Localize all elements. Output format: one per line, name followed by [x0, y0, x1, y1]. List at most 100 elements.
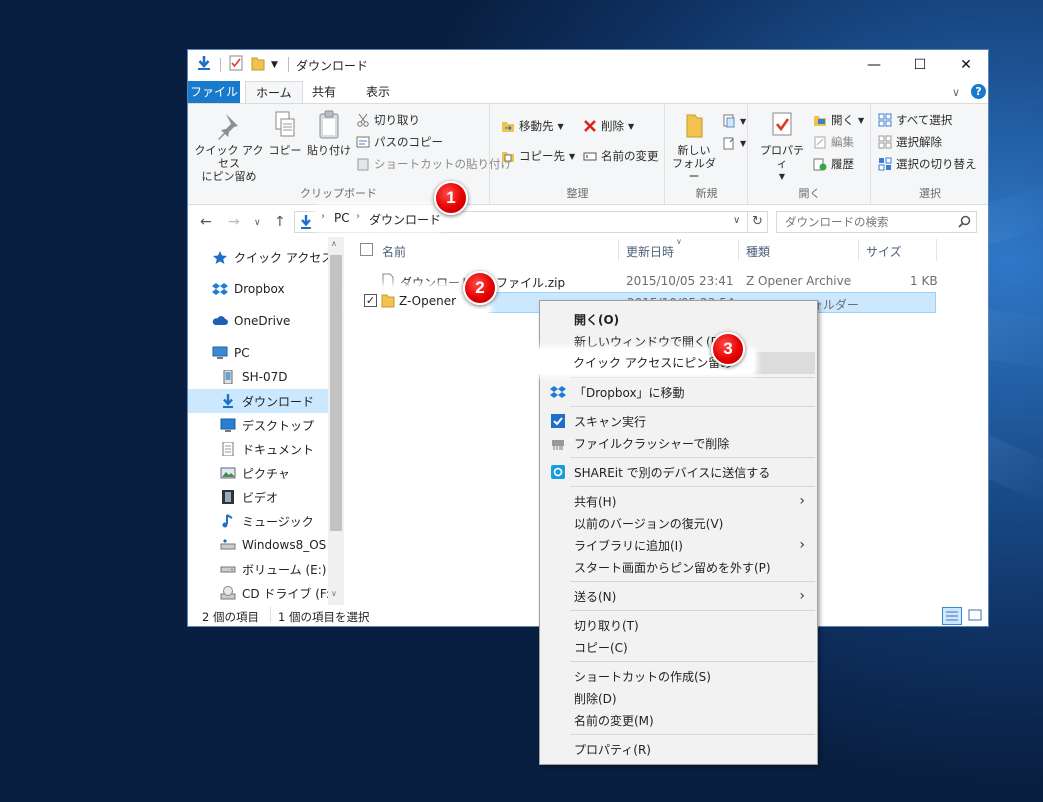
nav-item-drive-c[interactable]: Windows8_OS (C [188, 533, 328, 557]
nav-item-pictures[interactable]: ピクチャ [188, 461, 328, 485]
nav-item-pc[interactable]: PC [188, 341, 328, 365]
help-icon[interactable]: ? [971, 84, 986, 99]
menu-item-add-to-library[interactable]: ライブラリに追加(I) › [542, 534, 815, 556]
chevron-down-icon[interactable]: ∨ [733, 215, 740, 226]
menu-item-copy[interactable]: コピー(C) [542, 636, 815, 658]
new-folder-button[interactable]: 新しい フォルダー [672, 110, 716, 183]
menu-item-delete[interactable]: 削除(D) [542, 687, 815, 709]
menu-item-cut[interactable]: 切り取り(T) [542, 614, 815, 636]
paste-button[interactable]: 貼り付け [306, 110, 352, 157]
maximize-button[interactable]: ☐ [897, 50, 943, 79]
back-arrow-icon[interactable]: ← [200, 214, 212, 230]
nav-item-music[interactable]: ミュージック [188, 509, 328, 533]
nav-item-documents[interactable]: ドキュメント [188, 437, 328, 461]
nav-scrollbar[interactable]: ∧ ∨ [328, 237, 344, 605]
properties-icon[interactable] [229, 55, 243, 74]
column-separator[interactable] [858, 239, 859, 261]
scroll-thumb[interactable] [330, 255, 342, 531]
column-header-date[interactable]: 更新日時 [626, 243, 674, 260]
tab-share[interactable]: 共有 [302, 81, 346, 103]
copy-button[interactable]: コピー [268, 110, 302, 157]
nav-label: Windows8_OS (C [242, 538, 328, 552]
menu-item-open[interactable]: 開く(O) [542, 308, 815, 330]
column-separator[interactable] [936, 239, 937, 261]
copy-path-button[interactable]: パスのコピー [356, 134, 443, 150]
menu-item-share[interactable]: 共有(H) › [542, 490, 815, 512]
history-button[interactable]: 履歴 [813, 156, 854, 172]
move-to-icon [502, 122, 514, 132]
column-header-type[interactable]: 種類 [746, 243, 770, 260]
nav-item-sh07d[interactable]: SH-07D [188, 365, 328, 389]
open-button[interactable]: 開く ▼ [813, 112, 864, 128]
refresh-icon[interactable]: ↻ [752, 214, 763, 229]
menu-item-move-to-dropbox[interactable]: 「Dropbox」に移動 [542, 381, 815, 403]
menu-item-properties[interactable]: プロパティ(R) [542, 738, 815, 760]
recent-chevron-icon[interactable]: ∨ [254, 218, 261, 228]
menu-item-rename[interactable]: 名前の変更(M) [542, 709, 815, 731]
delete-button[interactable]: 削除 ▼ [583, 118, 634, 134]
scroll-up-icon[interactable]: ∧ [331, 239, 337, 248]
select-all-button[interactable]: すべて選択 [878, 112, 952, 128]
chevron-down-icon: ▼ [569, 151, 576, 161]
menu-item-file-shredder[interactable]: ファイルクラッシャーで削除 [542, 432, 815, 454]
properties-button[interactable]: プロパティ ▼ [759, 110, 805, 183]
menu-separator [570, 377, 815, 378]
large-icons-view-icon[interactable] [966, 607, 986, 625]
chevron-down-icon[interactable]: ▼ [271, 60, 278, 70]
details-view-icon[interactable] [942, 607, 962, 625]
select-none-button[interactable]: 選択解除 [878, 134, 942, 150]
scroll-down-icon[interactable]: ∨ [331, 589, 337, 598]
new-folder-icon[interactable] [251, 55, 265, 74]
column-separator[interactable] [618, 239, 619, 261]
easy-access-button[interactable]: ▼ [722, 136, 746, 150]
menu-item-shareit[interactable]: SHAREit で別のデバイスに送信する [542, 461, 815, 483]
close-button[interactable]: ✕ [943, 50, 988, 79]
delete-icon [584, 120, 596, 132]
copy-to-button[interactable]: コピー先 ▼ [501, 148, 575, 164]
nav-item-onedrive[interactable]: OneDrive [188, 309, 328, 333]
invert-selection-button[interactable]: 選択の切り替え [878, 156, 977, 172]
select-all-checkbox[interactable] [360, 243, 373, 256]
edit-button[interactable]: 編集 [813, 134, 854, 150]
properties-label: プロパティ [760, 144, 804, 170]
nav-item-downloads[interactable]: ダウンロード [188, 389, 328, 413]
nav-label: ドキュメント [242, 442, 315, 457]
minimize-button[interactable]: — [851, 50, 897, 79]
tab-home[interactable]: ホーム [245, 81, 303, 103]
tab-view[interactable]: 表示 [356, 81, 400, 103]
menu-item-scan[interactable]: スキャン実行 [542, 410, 815, 432]
collapse-ribbon-icon[interactable]: ∨ [952, 86, 960, 99]
copy-to-label: コピー先 [519, 149, 565, 163]
nav-item-dropbox[interactable]: Dropbox [188, 277, 328, 301]
nav-item-desktop[interactable]: デスクトップ [188, 413, 328, 437]
column-separator[interactable] [738, 239, 739, 261]
chevron-down-icon: ▼ [557, 121, 564, 131]
file-type: Z Opener Archive [746, 274, 852, 288]
paste-shortcut-button[interactable]: ショートカットの貼り付け [356, 156, 512, 172]
address-row: ← → ∨ ↑ › PC › ダウンロード ∨ ↻ ダウンロードの検索 [188, 206, 988, 236]
menu-item-send-to[interactable]: 送る(N) › [542, 585, 815, 607]
tab-file[interactable]: ファイル [188, 81, 240, 103]
menu-item-restore-versions[interactable]: 以前のバージョンの復元(V) [542, 512, 815, 534]
forward-arrow-icon[interactable]: → [228, 214, 240, 230]
search-input[interactable]: ダウンロードの検索 [776, 211, 977, 233]
pin-to-quick-access-button[interactable]: クイック アクセス にピン留め [194, 110, 264, 183]
new-item-button[interactable]: ▼ [722, 114, 746, 128]
column-header-size[interactable]: サイズ [866, 243, 902, 260]
move-to-button[interactable]: 移動先 ▼ [501, 118, 564, 134]
menu-item-unpin-start[interactable]: スタート画面からピン留めを外す(P) [542, 556, 815, 578]
nav-item-videos[interactable]: ビデオ [188, 485, 328, 509]
nav-label: CD ドライブ (F:) Ar [242, 586, 328, 601]
organize-group-label: 整理 [566, 187, 589, 200]
cut-button[interactable]: 切り取り [356, 112, 420, 128]
nav-item-volume-e[interactable]: ボリューム (E:) [188, 557, 328, 581]
up-arrow-icon[interactable]: ↑ [274, 214, 286, 230]
column-header-name[interactable]: 名前 [382, 243, 406, 260]
nav-item-quick-access[interactable]: クイック アクセス [188, 245, 328, 269]
rename-button[interactable]: 名前の変更 [583, 148, 659, 164]
nav-item-cd-drive[interactable]: CD ドライブ (F:) Ar [188, 581, 328, 605]
pin-label-line1: クイック アクセス [194, 144, 264, 170]
menu-item-create-shortcut[interactable]: ショートカットの作成(S) [542, 665, 815, 687]
paste-shortcut-icon [357, 158, 369, 171]
row-checkbox[interactable]: ✓ [364, 294, 377, 307]
